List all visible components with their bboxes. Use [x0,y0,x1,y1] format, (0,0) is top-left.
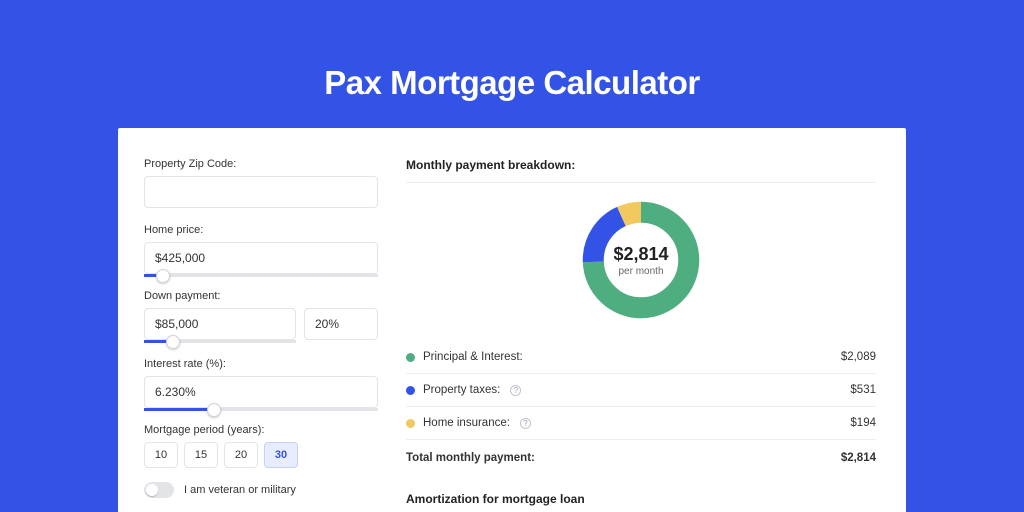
period-field: Mortgage period (years): 10152030 [144,424,378,468]
info-icon[interactable]: ? [520,418,531,429]
form-panel: Property Zip Code: Home price: Down paym… [118,128,398,512]
donut-center-value: $2,814 [613,244,668,265]
total-value: $2,814 [841,452,876,464]
period-button-10[interactable]: 10 [144,442,178,468]
veteran-row: I am veteran or military [144,482,378,498]
legend-row: Home insurance:? $194 [406,407,876,440]
legend-value: $531 [850,384,876,396]
breakdown-panel: Monthly payment breakdown: $2,814 per mo… [398,128,906,512]
legend-label: Home insurance: [423,417,510,429]
down-payment-field: Down payment: [144,290,378,340]
donut-chart: $2,814 per month [578,197,704,323]
legend-dot [406,419,415,428]
down-payment-input[interactable] [144,308,296,340]
home-price-slider[interactable] [144,274,378,277]
legend-row: Property taxes:? $531 [406,374,876,407]
legend-dot [406,386,415,395]
home-price-label: Home price: [144,224,378,236]
legend: Principal & Interest: $2,089 Property taxe… [406,341,876,440]
legend-value: $194 [850,417,876,429]
interest-label: Interest rate (%): [144,358,378,370]
home-price-slider-thumb[interactable] [156,269,170,283]
zip-input[interactable] [144,176,378,208]
down-payment-slider[interactable] [144,340,296,343]
down-payment-slider-thumb[interactable] [166,335,180,349]
donut-center: $2,814 per month [578,197,704,323]
interest-slider-thumb[interactable] [207,403,221,417]
donut-wrap: $2,814 per month [406,183,876,341]
legend-dot [406,353,415,362]
calculator-card: Property Zip Code: Home price: Down paym… [118,128,906,512]
total-row: Total monthly payment: $2,814 [406,440,876,474]
total-label: Total monthly payment: [406,452,535,464]
period-button-30[interactable]: 30 [264,442,298,468]
zip-label: Property Zip Code: [144,158,378,170]
home-price-input[interactable] [144,242,378,274]
veteran-toggle[interactable] [144,482,174,498]
down-payment-pct-input[interactable] [304,308,378,340]
page-title: Pax Mortgage Calculator [0,0,1024,128]
interest-input[interactable] [144,376,378,408]
period-button-20[interactable]: 20 [224,442,258,468]
veteran-label: I am veteran or military [184,484,296,496]
breakdown-heading: Monthly payment breakdown: [406,158,876,183]
zip-field: Property Zip Code: [144,158,378,208]
legend-row: Principal & Interest: $2,089 [406,341,876,374]
info-icon[interactable]: ? [510,385,521,396]
period-button-15[interactable]: 15 [184,442,218,468]
legend-label: Principal & Interest: [423,351,523,363]
interest-slider[interactable] [144,408,378,411]
period-label: Mortgage period (years): [144,424,378,436]
donut-center-sub: per month [618,266,663,277]
down-payment-label: Down payment: [144,290,378,302]
interest-field: Interest rate (%): [144,358,378,408]
legend-value: $2,089 [841,351,876,363]
amortization-heading: Amortization for mortgage loan [406,492,876,512]
home-price-field: Home price: [144,224,378,274]
amortization-block: Amortization for mortgage loan Amortizat… [406,492,876,512]
legend-label: Property taxes: [423,384,500,396]
